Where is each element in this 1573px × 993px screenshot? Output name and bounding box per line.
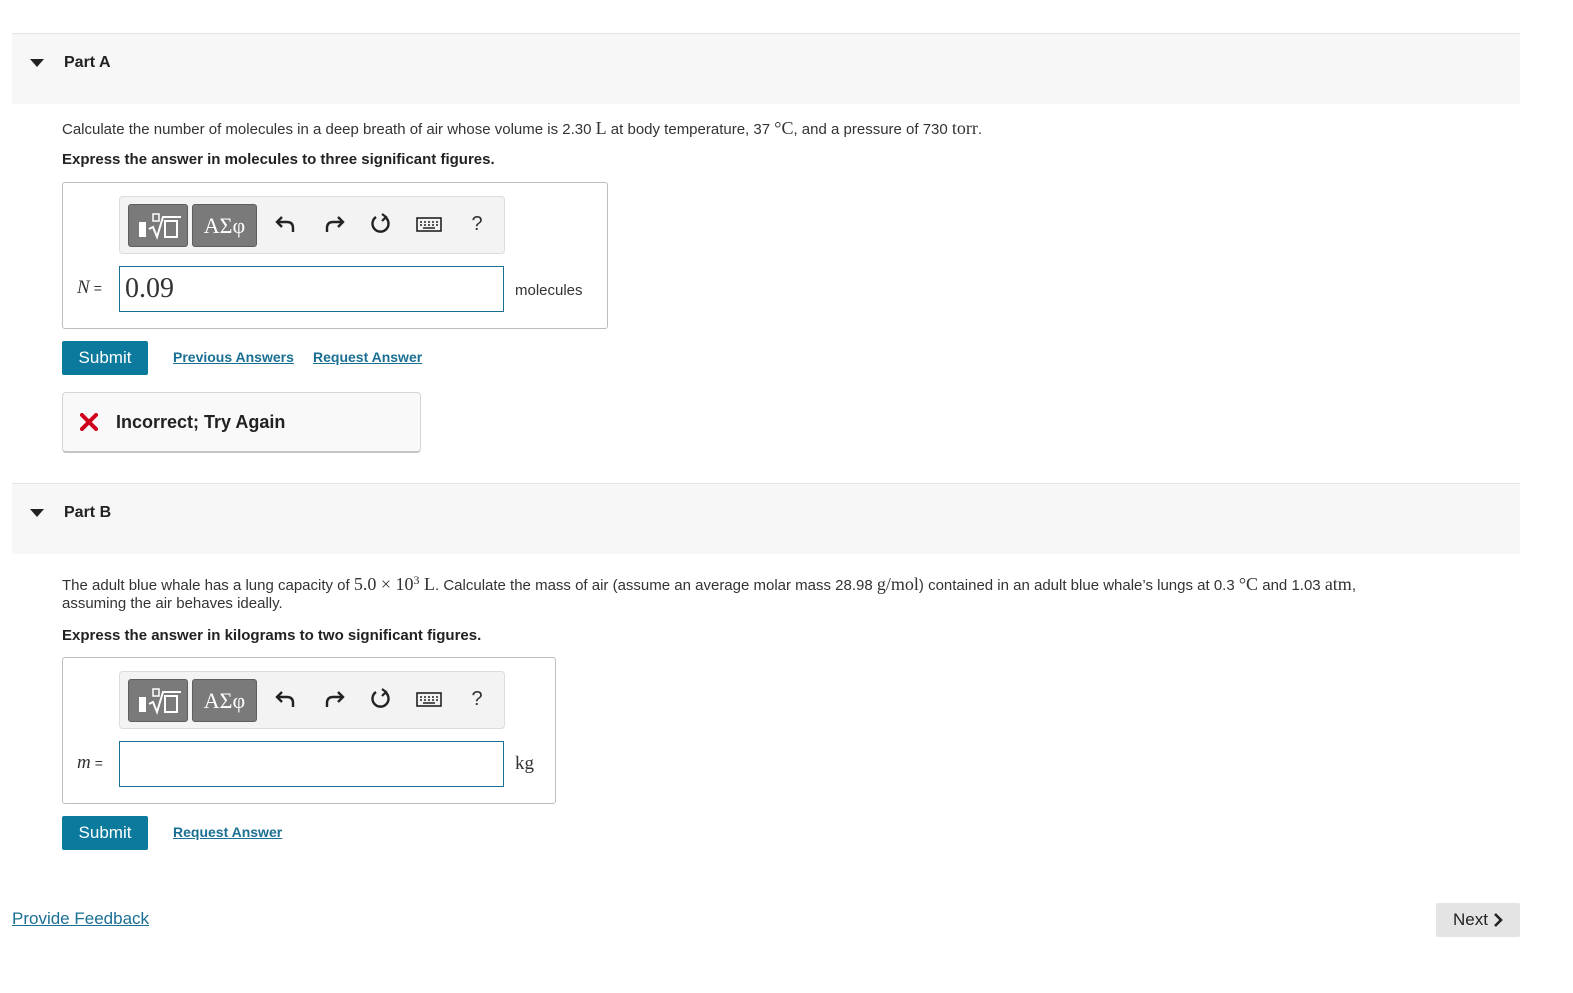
part-b-header[interactable]: Part B [12,483,1520,554]
collapse-caret-icon[interactable] [30,509,44,517]
part-a-answer-box: ΑΣφ ? N = 0.09 molecules [62,182,608,329]
unit-label: molecules [515,282,583,299]
reset-icon[interactable] [368,211,394,237]
request-answer-link[interactable]: Request Answer [173,824,282,840]
error-x-icon [80,413,98,431]
undo-icon[interactable] [273,686,299,712]
submit-button[interactable]: Submit [62,341,148,375]
previous-answers-link[interactable]: Previous Answers [173,349,294,365]
help-icon[interactable]: ? [464,686,490,712]
part-a-instruction: Express the answer in molecules to three… [62,151,495,168]
part-b-question-line2: assuming the air behaves ideally. [62,595,283,612]
help-icon[interactable]: ? [464,211,490,237]
greek-symbols-button[interactable]: ΑΣφ [192,204,257,247]
greek-symbols-icon: ΑΣφ [203,687,246,713]
part-b-answer-box: ΑΣφ ? m = kg [62,657,556,804]
templates-icon [139,213,181,241]
part-a-header[interactable]: Part A [12,33,1520,104]
part-a-title: Part A [64,54,111,71]
part-b-title: Part B [64,504,112,521]
greek-symbols-icon: ΑΣφ [203,212,246,238]
collapse-caret-icon[interactable] [30,59,44,67]
variable-label: N = [77,277,102,298]
math-toolbar: ΑΣφ ? [119,196,505,254]
chevron-right-icon [1494,913,1503,927]
part-a-question: Calculate the number of molecules in a d… [62,118,983,138]
redo-icon[interactable] [321,686,347,712]
submit-button[interactable]: Submit [62,816,148,850]
keyboard-icon[interactable] [416,211,442,237]
next-label: Next [1453,910,1488,929]
next-button[interactable]: Next [1436,903,1520,937]
redo-icon[interactable] [321,211,347,237]
answer-input[interactable] [119,741,504,787]
keyboard-icon[interactable] [416,686,442,712]
undo-icon[interactable] [273,211,299,237]
templates-icon [139,688,181,716]
templates-button[interactable] [128,679,188,722]
request-answer-link[interactable]: Request Answer [313,349,422,365]
unit-label: kg [515,753,534,774]
reset-icon[interactable] [368,686,394,712]
templates-button[interactable] [128,204,188,247]
part-b-instruction: Express the answer in kilograms to two s… [62,627,482,644]
feedback-message: Incorrect; Try Again [62,392,421,453]
greek-symbols-button[interactable]: ΑΣφ [192,679,257,722]
answer-input[interactable]: 0.09 [119,266,504,312]
variable-label: m = [77,752,103,773]
provide-feedback-link[interactable]: Provide Feedback [12,909,149,929]
math-toolbar: ΑΣφ ? [119,671,505,729]
feedback-text: Incorrect; Try Again [116,412,286,432]
